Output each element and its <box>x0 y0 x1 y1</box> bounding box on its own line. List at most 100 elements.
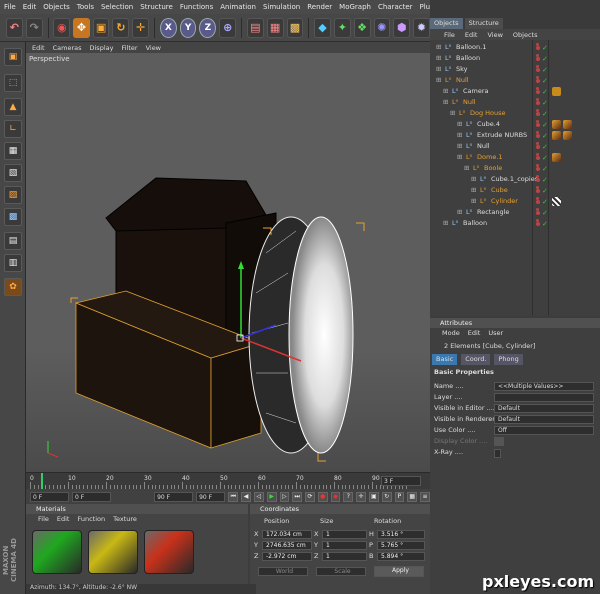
object-row[interactable]: ⊞ L⁰ Cylinder ✓ <box>430 196 600 207</box>
object-menu-edit[interactable]: Edit <box>465 31 478 39</box>
render-visibility-dot[interactable] <box>536 87 539 90</box>
expand-icon[interactable]: ⊞ <box>471 196 476 207</box>
menu-mograph[interactable]: MoGraph <box>339 3 371 11</box>
next-key-icon[interactable]: ▷ <box>279 491 290 502</box>
render-picture-viewer-icon[interactable]: ▦ <box>266 17 284 38</box>
axis-mode-icon[interactable]: ▩ <box>4 208 22 226</box>
material-swatch[interactable] <box>32 530 82 574</box>
object-menu-view[interactable]: View <box>487 31 502 39</box>
menu-structure[interactable]: Structure <box>140 3 173 11</box>
editor-visibility-dot[interactable] <box>536 79 540 83</box>
xray-checkbox[interactable] <box>494 449 501 458</box>
viewport-menu-display[interactable]: Display <box>90 44 114 52</box>
materials-menu-file[interactable]: File <box>38 514 49 524</box>
expand-icon[interactable]: ⊞ <box>471 174 476 185</box>
menu-character[interactable]: Character <box>378 3 413 11</box>
object-name[interactable]: Balloon.1 <box>456 42 486 53</box>
menu-functions[interactable]: Functions <box>180 3 213 11</box>
position-field[interactable]: -2.972 cm <box>262 552 312 561</box>
render-visibility-dot[interactable] <box>536 197 539 200</box>
editor-visibility-dot[interactable] <box>536 178 540 182</box>
object-name[interactable]: Cube.1_copies <box>491 174 538 185</box>
material-tag-icon[interactable] <box>552 120 561 129</box>
render-visibility-dot[interactable] <box>536 54 539 57</box>
enabled-check-icon[interactable]: ✓ <box>542 219 548 230</box>
materials-menu-texture[interactable]: Texture <box>113 514 137 524</box>
position-key-icon[interactable]: ✛ <box>356 491 366 502</box>
scale-key-icon[interactable]: ▣ <box>369 491 379 502</box>
editor-visibility-dot[interactable] <box>536 46 540 50</box>
object-name[interactable]: Null <box>477 141 490 152</box>
render-visibility-dot[interactable] <box>536 109 539 112</box>
light-icon[interactable]: ✹ <box>413 17 430 38</box>
timeline-menu-icon[interactable]: ≡ <box>420 491 430 502</box>
expand-icon[interactable]: ⊞ <box>464 163 469 174</box>
expand-icon[interactable]: ⊞ <box>457 152 462 163</box>
size-field[interactable]: 1 <box>322 541 367 550</box>
position-field[interactable]: 172.034 cm <box>262 530 312 539</box>
live-select-icon[interactable]: ◉ <box>53 17 71 38</box>
tab-structure[interactable]: Structure <box>464 18 503 29</box>
expand-icon[interactable]: ⊞ <box>436 75 441 86</box>
material-tag-icon[interactable] <box>552 131 561 140</box>
texture-mode-icon[interactable]: ▲ <box>4 98 22 116</box>
position-field[interactable]: 2746.635 cm <box>262 541 312 550</box>
render-visibility-dot[interactable] <box>536 98 539 101</box>
field-visible-in-editor[interactable]: Default <box>494 404 594 413</box>
rotation-field[interactable]: 3.516 ° <box>377 530 425 539</box>
polygons-mode-icon[interactable]: ▨ <box>4 186 22 204</box>
loop-icon[interactable]: ⟳ <box>305 491 315 502</box>
viewport-menu-edit[interactable]: Edit <box>32 44 45 52</box>
redo-icon[interactable]: ↷ <box>25 17 43 38</box>
workplane-icon[interactable]: ∟ <box>4 120 22 138</box>
object-row[interactable]: ⊞ L⁰ Cube.4 ✓ <box>430 119 600 130</box>
object-row[interactable]: ⊞ L⁰ Balloon.1 ✓ <box>430 42 600 53</box>
object-row[interactable]: ⊞ L⁰ Boole ✓ <box>430 163 600 174</box>
editor-visibility-dot[interactable] <box>536 112 540 116</box>
render-visibility-dot[interactable] <box>536 208 539 211</box>
editor-visibility-dot[interactable] <box>536 123 540 127</box>
field-name[interactable]: <<Multiple Values>> <box>494 382 594 391</box>
render-settings-icon[interactable]: ▩ <box>286 17 304 38</box>
size-field[interactable]: 1 <box>322 552 367 561</box>
expand-icon[interactable]: ⊞ <box>436 53 441 64</box>
viewport-menu-cameras[interactable]: Cameras <box>53 44 82 52</box>
object-row[interactable]: ⊞ L⁰ Extrude NURBS ✓ <box>430 130 600 141</box>
render-visibility-dot[interactable] <box>536 142 539 145</box>
3d-viewport[interactable]: Perspective <box>26 53 430 472</box>
object-name[interactable]: Dome.1 <box>477 152 503 163</box>
y-axis-lock-button[interactable]: Y <box>179 17 197 38</box>
menu-simulation[interactable]: Simulation <box>263 3 300 11</box>
attributes-tab-coord[interactable]: Coord. <box>461 354 491 365</box>
material-tag-icon[interactable] <box>552 197 561 206</box>
editor-visibility-dot[interactable] <box>536 211 540 215</box>
object-row[interactable]: ⊞ L⁰ Null ✓ <box>430 141 600 152</box>
editor-visibility-dot[interactable] <box>536 145 540 149</box>
edges-mode-icon[interactable]: ▧ <box>4 164 22 182</box>
object-row[interactable]: ⊞ L⁰ Dome.1 ✓ <box>430 152 600 163</box>
undo-icon[interactable]: ↶ <box>6 17 23 38</box>
editor-visibility-dot[interactable] <box>536 200 540 204</box>
attributes-tab-phong[interactable]: Phong <box>494 354 523 365</box>
render-view-icon[interactable]: ▤ <box>246 17 264 38</box>
object-row[interactable]: ⊞ L⁰ Rectangle ✓ <box>430 207 600 218</box>
editor-visibility-dot[interactable] <box>536 68 540 72</box>
expand-icon[interactable]: ⊞ <box>436 42 441 53</box>
display-color-swatch[interactable] <box>494 437 504 446</box>
pla-key-icon[interactable]: ▦ <box>407 491 418 502</box>
expand-icon[interactable]: ⊞ <box>471 185 476 196</box>
autokey-icon[interactable]: ◉ <box>330 491 341 502</box>
render-visibility-dot[interactable] <box>536 153 539 156</box>
render-visibility-dot[interactable] <box>536 164 539 167</box>
z-axis-lock-button[interactable]: Z <box>199 17 217 38</box>
menu-render[interactable]: Render <box>307 3 332 11</box>
move-tool-icon[interactable]: ✥ <box>73 17 90 38</box>
object-name[interactable]: Sky <box>456 64 468 75</box>
object-name[interactable]: Camera <box>463 86 489 97</box>
object-name[interactable]: Cube <box>491 185 508 196</box>
param-key-icon[interactable]: P <box>394 491 405 502</box>
menu-animation[interactable]: Animation <box>220 3 256 11</box>
coordinate-mode-select[interactable]: World <box>258 567 308 576</box>
object-name[interactable]: Cylinder <box>491 196 518 207</box>
object-row[interactable]: ⊞ L⁰ Null ✓ <box>430 97 600 108</box>
